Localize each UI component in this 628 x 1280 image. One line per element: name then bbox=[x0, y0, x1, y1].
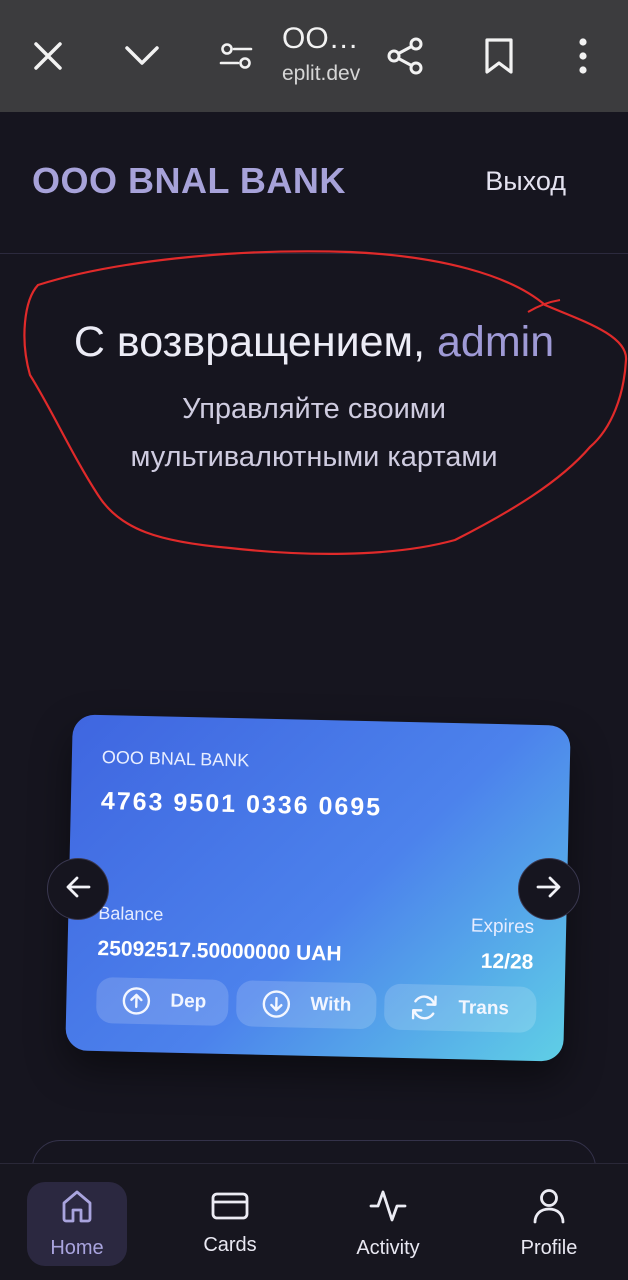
brand-logo[interactable]: OOO BNAL BANK bbox=[32, 160, 346, 202]
page-title-block[interactable]: OO… eplit.dev bbox=[282, 22, 372, 92]
next-card-button[interactable] bbox=[518, 858, 580, 920]
subtitle-line-1: Управляйте своими bbox=[182, 393, 446, 425]
deposit-button[interactable]: Dep bbox=[95, 977, 229, 1026]
bottom-nav: Home Cards Activity Profile bbox=[0, 1163, 628, 1280]
logout-button[interactable]: Выход bbox=[485, 166, 566, 197]
arrow-right-icon bbox=[536, 875, 562, 904]
nav-profile[interactable]: Profile bbox=[499, 1182, 599, 1266]
refresh-icon bbox=[404, 992, 445, 1023]
share-icon[interactable] bbox=[377, 24, 433, 88]
expires-value: 12/28 bbox=[480, 949, 534, 974]
nav-home-label: Home bbox=[50, 1237, 104, 1259]
greeting-text: С возвращением, bbox=[73, 318, 426, 366]
prev-card-button[interactable] bbox=[47, 858, 109, 920]
nav-cards[interactable]: Cards bbox=[180, 1182, 280, 1266]
activity-icon bbox=[369, 1188, 407, 1229]
card-actions: Dep With Trans bbox=[95, 977, 537, 1033]
withdraw-label: With bbox=[310, 993, 352, 1016]
nav-activity-label: Activity bbox=[356, 1237, 420, 1259]
bookmark-icon[interactable] bbox=[471, 24, 527, 88]
nav-cards-label: Cards bbox=[203, 1234, 257, 1256]
balance-label: Balance bbox=[98, 903, 164, 925]
transfer-button[interactable]: Trans bbox=[383, 983, 537, 1033]
username: admin bbox=[437, 318, 555, 366]
chevron-down-icon[interactable] bbox=[114, 24, 170, 88]
nav-home[interactable]: Home bbox=[27, 1182, 127, 1266]
browser-toolbar: OO… eplit.dev bbox=[0, 0, 628, 112]
close-icon[interactable] bbox=[20, 24, 76, 88]
subtitle-line-2: мультивалютными картами bbox=[130, 441, 498, 473]
page-title: OO… bbox=[282, 22, 359, 55]
withdraw-button[interactable]: With bbox=[235, 980, 377, 1030]
home-icon bbox=[59, 1188, 95, 1229]
arrow-up-circle-icon bbox=[116, 985, 157, 1016]
arrow-down-circle-icon bbox=[256, 989, 297, 1020]
more-vert-icon[interactable] bbox=[555, 24, 611, 88]
welcome-subtitle: Управляйте своими мультивалютными картам… bbox=[0, 385, 628, 481]
arrow-left-icon bbox=[65, 875, 91, 904]
app-header: OOO BNAL BANK Выход bbox=[0, 112, 628, 254]
bank-card[interactable]: OOO BNAL BANK 4763 9501 0336 0695 Balanc… bbox=[65, 714, 571, 1062]
nav-activity[interactable]: Activity bbox=[338, 1182, 438, 1266]
welcome-section: С возвращением, admin Управляйте своими … bbox=[0, 318, 628, 481]
page-settings-icon[interactable] bbox=[208, 24, 264, 88]
page-url: eplit.dev bbox=[282, 62, 361, 85]
card-icon bbox=[211, 1191, 249, 1226]
transfer-label: Trans bbox=[458, 997, 510, 1020]
welcome-heading: С возвращением, admin bbox=[0, 318, 628, 367]
card-number: 4763 9501 0336 0695 bbox=[100, 787, 383, 822]
user-icon bbox=[532, 1188, 566, 1229]
nav-profile-label: Profile bbox=[520, 1237, 578, 1259]
card-bank-name: OOO BNAL BANK bbox=[101, 747, 250, 771]
deposit-label: Dep bbox=[170, 990, 207, 1013]
balance-value: 25092517.50000000 UAH bbox=[97, 937, 342, 966]
expires-label: Expires bbox=[470, 915, 535, 938]
